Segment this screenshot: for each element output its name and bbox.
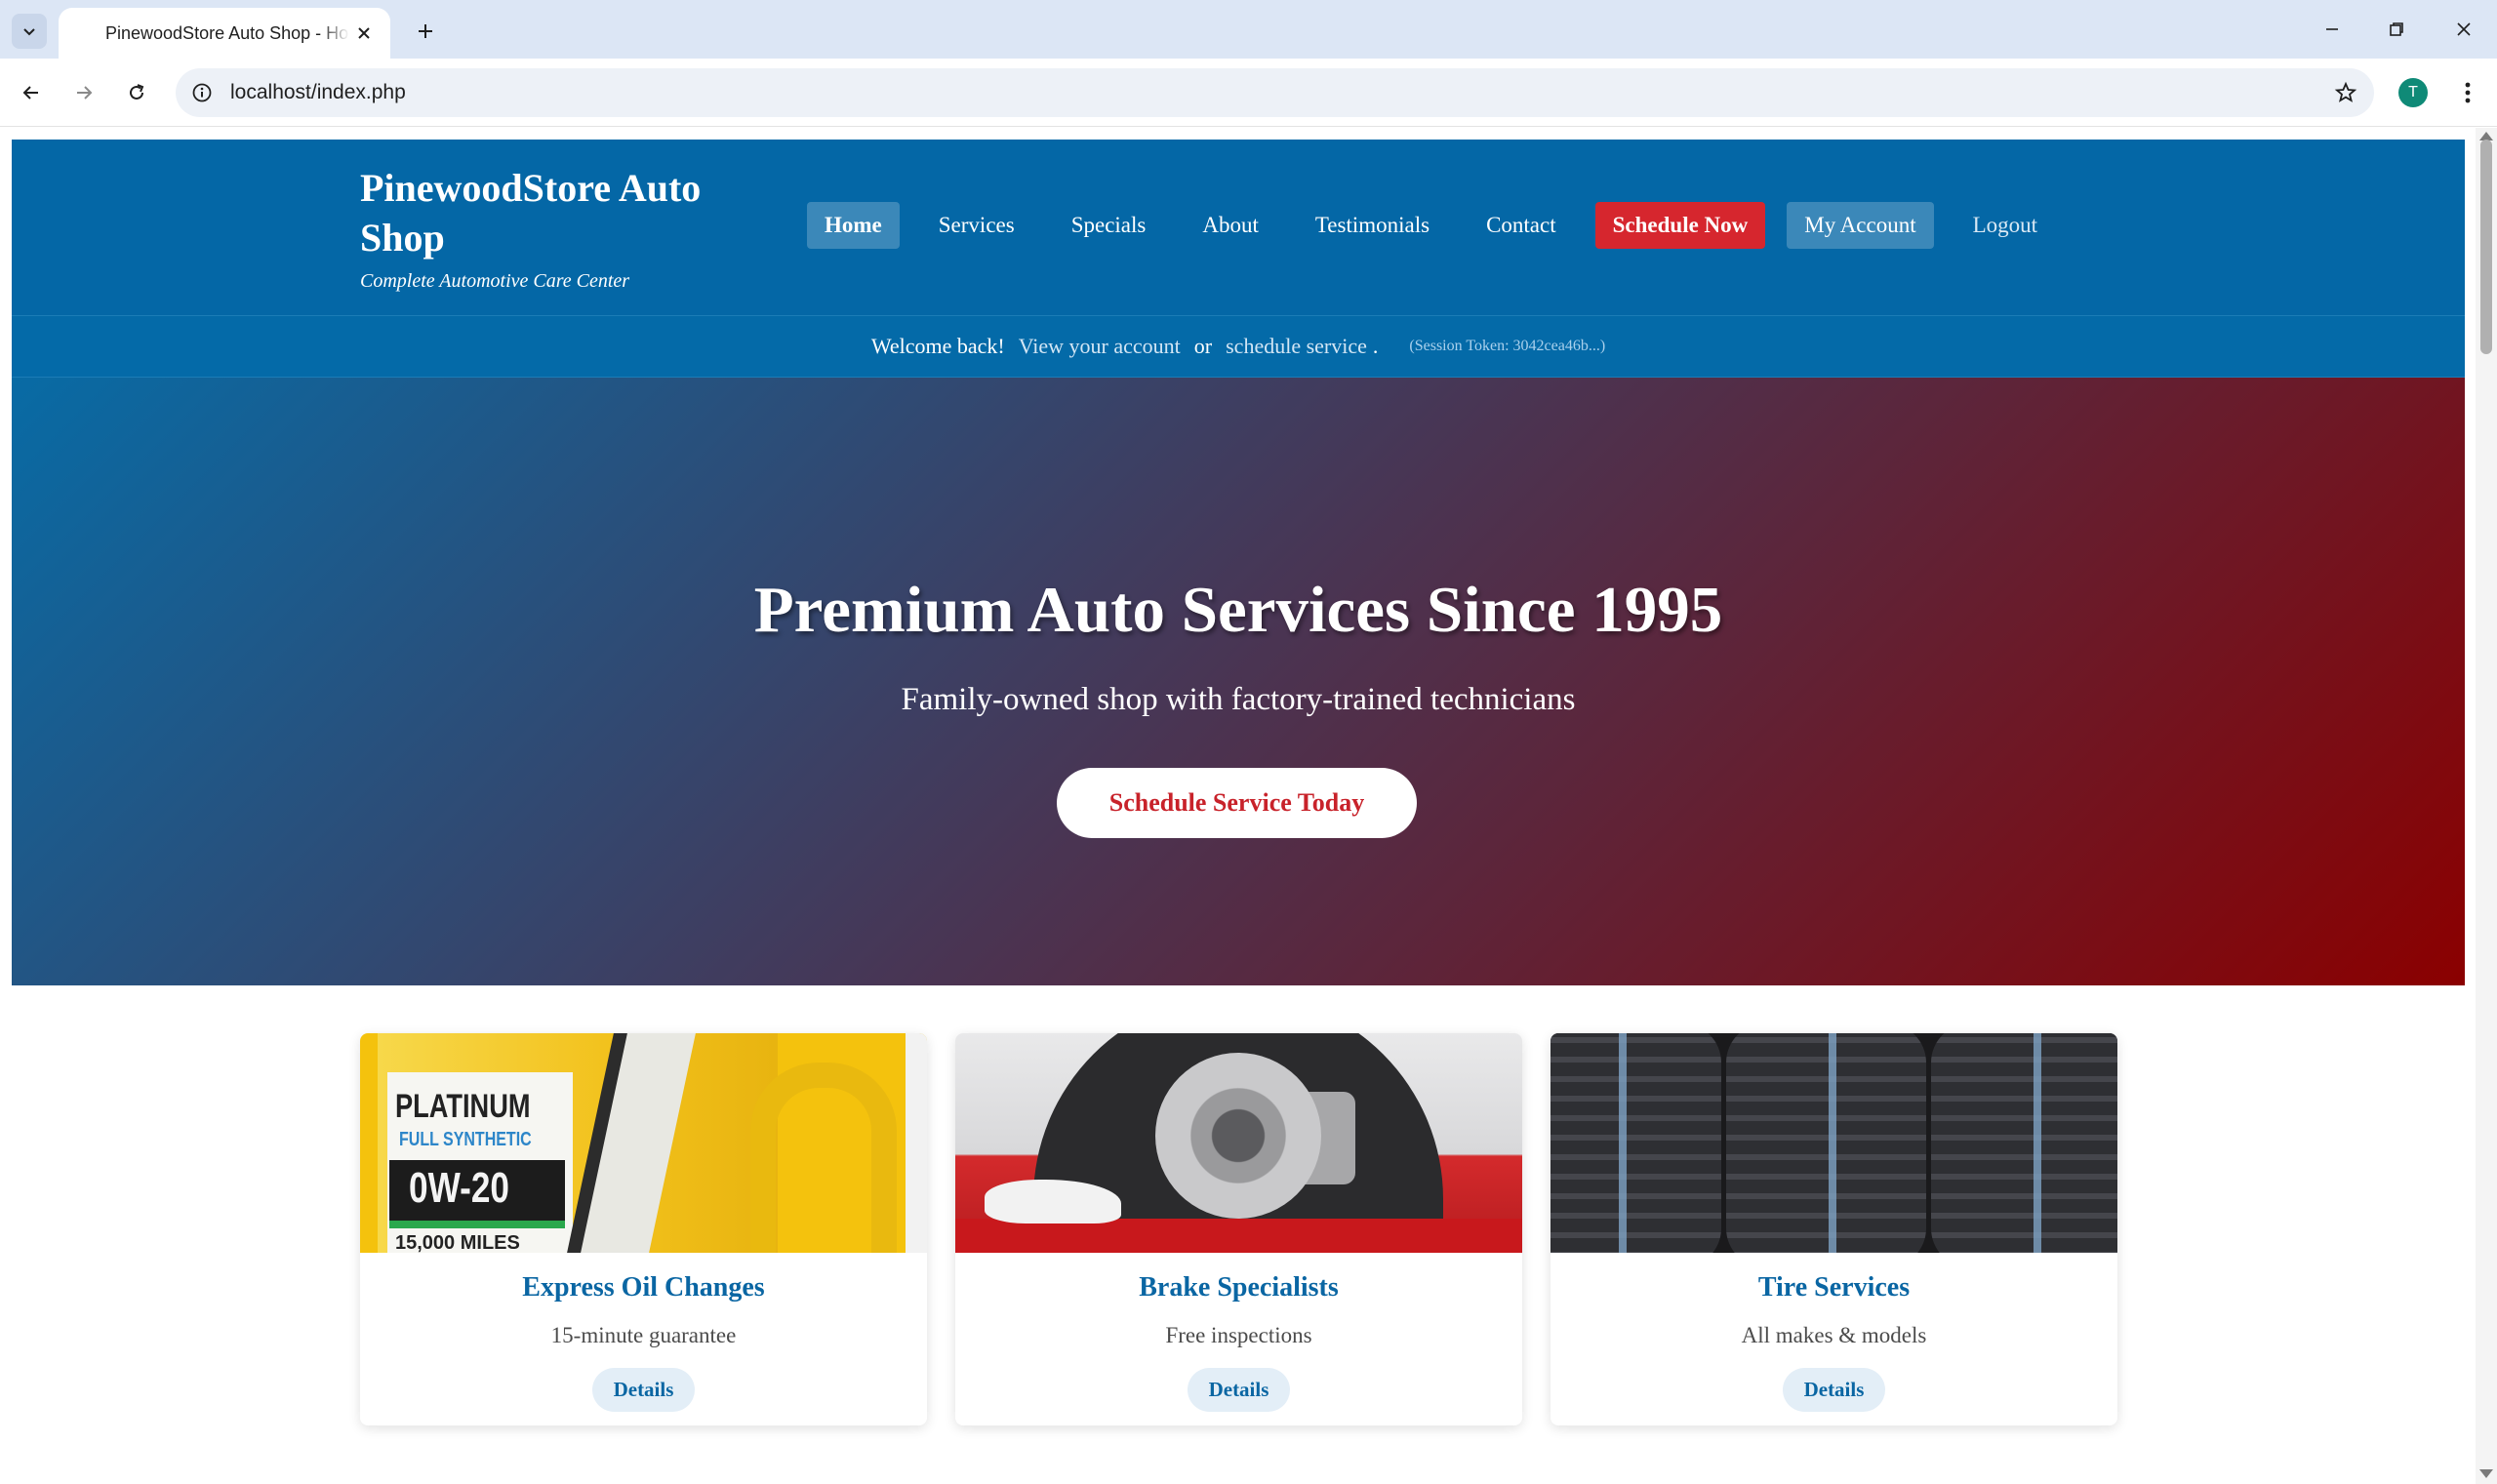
hero-subtitle: Family-owned shop with factory-trained t… [901,682,1576,717]
tab-close-icon[interactable] [351,20,377,46]
scroll-down-arrow-icon[interactable] [2479,1469,2493,1478]
service-cards: PLATINUM FULL SYNTHETIC 0W-20 15,000 MIL… [348,1033,2117,1484]
card-title[interactable]: Express Oil Changes [360,1272,927,1304]
service-card-brakes: Brake Specialists Free inspections Detai… [955,1033,1522,1425]
tab-title: PinewoodStore Auto Shop - Home [105,22,349,43]
oil-label-brand: PLATINUM [395,1088,531,1125]
website: PinewoodStore Auto Shop Complete Automot… [12,140,2465,985]
welcome-greeting: Welcome back! [870,334,1005,358]
hero-banner: Premium Auto Services Since 1995 Family-… [12,378,2465,985]
nav-testimonials[interactable]: Testimonials [1298,202,1447,249]
oil-label-line: FULL SYNTHETIC [399,1129,532,1150]
oil-details-button[interactable]: Details [591,1368,696,1412]
nav-about[interactable]: About [1185,202,1276,249]
oil-label-grade: 0W-20 [409,1164,509,1212]
logout-link[interactable]: Logout [1955,202,2055,249]
site-logo-text[interactable]: PinewoodStore Auto Shop [360,163,750,262]
welcome-or: or [1193,334,1213,358]
hero-title: Premium Auto Services Since 1995 [753,574,1723,646]
page-viewport: PinewoodStore Auto Shop Complete Automot… [0,128,2497,1484]
reload-icon[interactable] [117,73,156,112]
tab-search-chevron-icon[interactable] [12,14,47,49]
my-account-button[interactable]: My Account [1787,202,1934,249]
schedule-service-today-button[interactable]: Schedule Service Today [1057,768,1417,838]
oil-bottle-image: PLATINUM FULL SYNTHETIC 0W-20 15,000 MIL… [360,1033,927,1253]
card-description: 15-minute guarantee [550,1323,737,1347]
browser-tab-active[interactable]: PinewoodStore Auto Shop - Home [59,8,390,59]
card-description: All makes & models [1741,1323,1927,1347]
profile-avatar[interactable]: T [2398,78,2428,107]
brand: PinewoodStore Auto Shop Complete Automot… [360,163,750,293]
browser-menu-icon[interactable] [2451,76,2484,109]
schedule-service-link[interactable]: schedule service [1226,334,1367,359]
site-tagline: Complete Automotive Care Center [360,270,630,292]
welcome-bar: Welcome back! View your account or sched… [12,315,2465,378]
service-card-tires: Tire Services All makes & models Details [1551,1033,2117,1425]
brakes-details-button[interactable]: Details [1187,1368,1291,1412]
brake-rotor-image [955,1033,1522,1253]
nav-specials[interactable]: Specials [1054,202,1164,249]
close-window-icon[interactable] [2435,8,2493,51]
nav-services[interactable]: Services [921,202,1032,249]
nav-home[interactable]: Home [807,202,900,249]
main-navigation: Home Services Specials About Testimonial… [807,202,2055,249]
url-text[interactable]: localhost/index.php [230,81,406,104]
browser-tabstrip: PinewoodStore Auto Shop - Home [0,0,2497,59]
back-arrow-icon[interactable] [12,73,51,112]
card-title[interactable]: Tire Services [1551,1272,2117,1304]
session-token: (Session Token: 3042cea46b...) [1409,338,1606,354]
oil-label-miles: 15,000 MILES [395,1232,520,1253]
service-card-oil: PLATINUM FULL SYNTHETIC 0W-20 15,000 MIL… [360,1033,927,1425]
new-tab-plus-icon[interactable] [408,14,443,49]
schedule-now-button[interactable]: Schedule Now [1594,202,1766,249]
address-bar[interactable]: localhost/index.php [176,68,2374,117]
restore-window-icon[interactable] [2367,8,2426,51]
site-header: PinewoodStore Auto Shop Complete Automot… [12,140,2465,315]
view-account-link[interactable]: View your account [1019,334,1181,359]
site-info-icon[interactable] [189,80,215,105]
scrollbar-thumb[interactable] [2480,140,2492,354]
bookmark-star-icon[interactable] [2331,78,2360,107]
welcome-period: . [1372,334,1379,358]
tires-details-button[interactable]: Details [1782,1368,1886,1412]
card-title[interactable]: Brake Specialists [955,1272,1522,1304]
nav-contact[interactable]: Contact [1469,202,1574,249]
browser-toolbar: localhost/index.php T [0,59,2497,127]
forward-arrow-icon[interactable] [64,73,103,112]
page-scrollbar[interactable] [2476,128,2497,1484]
tires-image [1551,1033,2117,1253]
card-description: Free inspections [1165,1323,1312,1347]
minimize-window-icon[interactable] [2303,8,2361,51]
